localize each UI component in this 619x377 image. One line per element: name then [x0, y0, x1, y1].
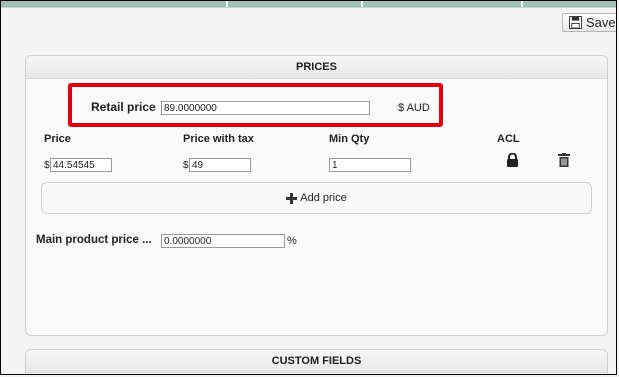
- add-price-label: Add price: [300, 192, 347, 204]
- price-currency-prefix: $: [44, 160, 50, 171]
- app-frame: Save PRICES Retail price $ AUD Price Pri…: [0, 0, 617, 375]
- column-header-price-with-tax: Price with tax: [183, 133, 254, 145]
- top-tab[interactable]: [523, 1, 616, 7]
- plus-icon: [286, 192, 298, 204]
- main-product-price-label: Main product price ...: [36, 234, 152, 246]
- prices-panel: PRICES Retail price $ AUD Price Price wi…: [25, 55, 608, 336]
- prices-panel-title: PRICES: [26, 56, 607, 79]
- price-with-tax-currency-prefix: $: [183, 160, 189, 171]
- retail-price-input[interactable]: [161, 101, 370, 115]
- price-with-tax-input[interactable]: [189, 158, 251, 172]
- top-tab[interactable]: [228, 1, 361, 7]
- main-product-price-input[interactable]: [161, 234, 285, 248]
- custom-fields-panel-title[interactable]: CUSTOM FIELDS: [26, 350, 607, 373]
- add-price-button[interactable]: Add price: [41, 182, 592, 214]
- save-button[interactable]: Save: [562, 13, 616, 32]
- column-header-price: Price: [44, 133, 71, 145]
- save-icon: [569, 16, 582, 29]
- min-qty-input[interactable]: [329, 158, 411, 172]
- lock-icon[interactable]: [506, 153, 519, 167]
- retail-price-label: Retail price: [91, 100, 156, 114]
- save-button-label: Save: [586, 15, 616, 30]
- main-product-price-suffix: %: [287, 235, 297, 247]
- trash-icon[interactable]: [558, 153, 570, 167]
- price-input[interactable]: [50, 158, 112, 172]
- custom-fields-panel: CUSTOM FIELDS: [25, 349, 608, 374]
- top-tab-strip: [1, 1, 616, 8]
- retail-price-currency: $ AUD: [398, 102, 430, 114]
- top-tab[interactable]: [1, 1, 226, 7]
- column-header-acl: ACL: [497, 133, 520, 145]
- column-header-min-qty: Min Qty: [329, 133, 370, 145]
- top-tab[interactable]: [363, 1, 521, 7]
